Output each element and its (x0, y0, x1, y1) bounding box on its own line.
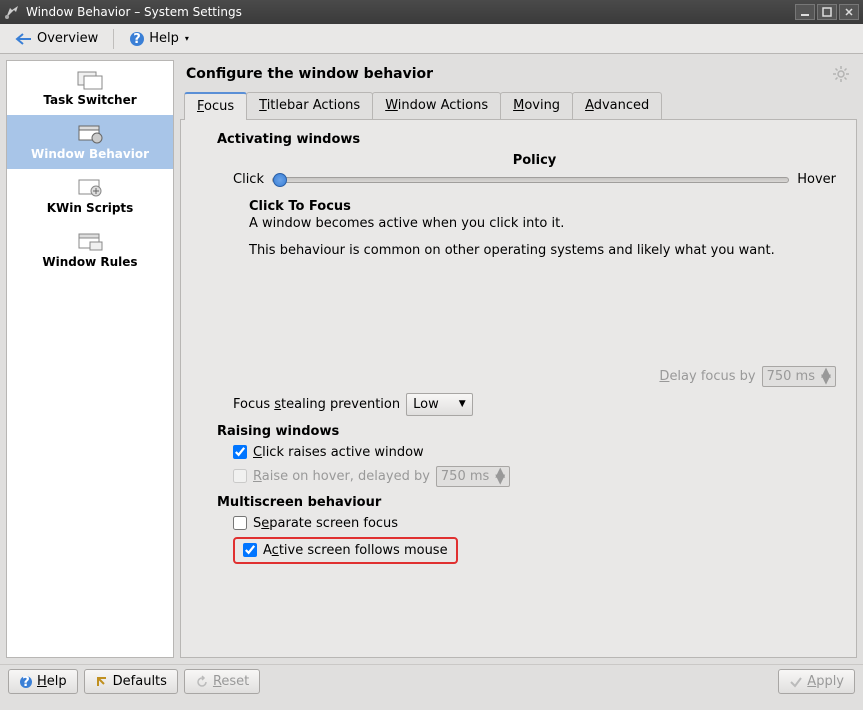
kwin-scripts-icon (76, 178, 104, 198)
svg-text:?: ? (133, 32, 141, 47)
sidebar-item-kwin-scripts[interactable]: KWin Scripts (7, 169, 173, 223)
policy-desc-2: This behaviour is common on other operat… (249, 243, 836, 260)
overview-label: Overview (37, 31, 98, 46)
sidebar-item-label: Task Switcher (43, 93, 136, 107)
maximize-button[interactable] (817, 4, 837, 20)
sidebar-item-label: KWin Scripts (47, 201, 134, 215)
chevron-down-icon: ▼ (459, 399, 466, 409)
tabstrip: Focus Titlebar Actions Window Actions Mo… (180, 92, 857, 120)
sidebar: Task Switcher Window Behavior KWin Scrip… (6, 60, 174, 658)
policy-name: Click To Focus (249, 199, 836, 214)
window-behavior-icon (76, 124, 104, 144)
focus-policy-slider[interactable] (272, 177, 789, 183)
delay-focus-label: Delay focus by (659, 369, 755, 384)
toolbar: Overview ? Help ▾ (0, 24, 863, 54)
policy-desc-1: A window becomes active when you click i… (249, 216, 836, 233)
bottom-button-bar: ? Help Defaults Reset Apply (0, 664, 863, 698)
focus-stealing-label: Focus stealing prevention (233, 397, 400, 412)
back-arrow-icon (15, 32, 33, 46)
tab-titlebar-actions[interactable]: Titlebar Actions (246, 92, 373, 119)
gear-icon (831, 64, 851, 84)
sidebar-item-window-behavior[interactable]: Window Behavior (7, 115, 173, 169)
help-label: Help (149, 31, 179, 46)
app-icon (4, 4, 20, 20)
raise-on-hover-label: Raise on hover, delayed by (253, 469, 430, 484)
task-switcher-icon (76, 70, 104, 90)
active-screen-checkbox[interactable] (243, 543, 257, 557)
tab-advanced[interactable]: Advanced (572, 92, 662, 119)
separate-screen-label[interactable]: Separate screen focus (253, 516, 398, 531)
tab-body-focus: Activating windows Policy Click Hover Cl… (180, 120, 857, 658)
separate-screen-checkbox[interactable] (233, 516, 247, 530)
tab-focus[interactable]: Focus (184, 92, 247, 120)
slider-thumb[interactable] (273, 173, 287, 187)
toolbar-separator (113, 29, 114, 49)
sidebar-item-label: Window Behavior (31, 147, 149, 161)
chevron-down-icon: ▾ (185, 34, 189, 43)
apply-icon (789, 675, 803, 689)
help-button-label: Help (37, 674, 67, 689)
overview-button[interactable]: Overview (8, 27, 105, 50)
minimize-button[interactable] (795, 4, 815, 20)
active-screen-highlight: Active screen follows mouse (233, 537, 458, 564)
slider-label-right: Hover (797, 172, 836, 187)
defaults-button-label: Defaults (113, 674, 167, 689)
group-activating-windows: Activating windows (217, 132, 836, 147)
delay-focus-spinbox: 750 ms ▲▼ (762, 366, 836, 387)
reset-icon (195, 675, 209, 689)
content-panel: Configure the window behavior Focus Titl… (180, 60, 857, 658)
reset-button-label: Reset (213, 674, 249, 689)
help-icon: ? (19, 675, 33, 689)
reset-button: Reset (184, 669, 260, 694)
page-title: Configure the window behavior (186, 66, 831, 82)
policy-label: Policy (233, 153, 836, 168)
sidebar-item-task-switcher[interactable]: Task Switcher (7, 61, 173, 115)
defaults-icon (95, 675, 109, 689)
defaults-button[interactable]: Defaults (84, 669, 178, 694)
raise-delay-spinbox: 750 ms ▲▼ (436, 466, 510, 487)
close-button[interactable] (839, 4, 859, 20)
focus-stealing-combobox[interactable]: Low ▼ (406, 393, 473, 416)
delay-focus-value: 750 ms (767, 369, 815, 384)
window-title: Window Behavior – System Settings (26, 5, 793, 19)
sidebar-item-window-rules[interactable]: Window Rules (7, 223, 173, 277)
raise-on-hover-checkbox (233, 469, 247, 483)
window-rules-icon (76, 232, 104, 252)
help-menu-button[interactable]: ? Help ▾ (122, 27, 196, 51)
help-button[interactable]: ? Help (8, 669, 78, 694)
click-raises-checkbox[interactable] (233, 445, 247, 459)
raise-delay-value: 750 ms (441, 469, 489, 484)
apply-button-label: Apply (807, 674, 844, 689)
slider-label-left: Click (233, 172, 264, 187)
click-raises-label[interactable]: Click raises active window (253, 445, 424, 460)
active-screen-label[interactable]: Active screen follows mouse (263, 543, 448, 558)
group-raising-windows: Raising windows (217, 424, 836, 439)
help-icon: ? (129, 31, 145, 47)
window-titlebar: Window Behavior – System Settings (0, 0, 863, 24)
tab-moving[interactable]: Moving (500, 92, 573, 119)
tab-window-actions[interactable]: Window Actions (372, 92, 501, 119)
svg-text:?: ? (22, 675, 30, 689)
group-multiscreen: Multiscreen behaviour (217, 495, 836, 510)
focus-stealing-value: Low (413, 397, 439, 412)
apply-button: Apply (778, 669, 855, 694)
sidebar-item-label: Window Rules (42, 255, 137, 269)
